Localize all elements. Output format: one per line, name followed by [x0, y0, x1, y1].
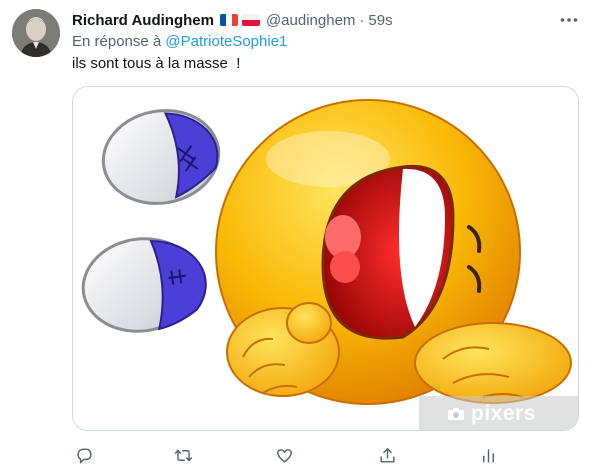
- reply-context: En réponse à @PatrioteSophie1: [72, 33, 287, 50]
- flag-poland-icon: [241, 14, 260, 26]
- timestamp[interactable]: 59s: [368, 12, 392, 29]
- flags: [219, 14, 260, 26]
- avatar[interactable]: [12, 9, 60, 57]
- retweet-icon[interactable]: [171, 443, 195, 467]
- reply-to-link[interactable]: @PatrioteSophie1: [165, 33, 287, 50]
- reply-icon[interactable]: [72, 443, 96, 467]
- share-icon[interactable]: [375, 443, 399, 467]
- camera-icon: [448, 408, 464, 420]
- tweet-card[interactable]: Richard Audinghem @audinghem · 59s En ré…: [0, 0, 611, 475]
- analytics-icon[interactable]: [476, 443, 500, 467]
- flag-france-icon: [219, 14, 238, 26]
- separator-dot: ·: [359, 11, 365, 29]
- reply-prefix: En réponse à: [72, 33, 166, 50]
- more-options-icon[interactable]: [558, 9, 580, 31]
- laughing-emoji-image: [73, 87, 578, 430]
- author-handle[interactable]: @audinghem: [266, 12, 355, 29]
- tweet-text: ils sont tous à la masse !: [72, 55, 241, 72]
- tweet-header: Richard Audinghem @audinghem · 59s: [72, 10, 393, 30]
- watermark-text: pixers: [471, 402, 536, 425]
- tweet-media[interactable]: pixers: [72, 86, 579, 431]
- watermark: pixers: [419, 396, 578, 430]
- tweet-actions: [72, 443, 502, 467]
- like-icon[interactable]: [272, 443, 296, 467]
- author-name[interactable]: Richard Audinghem: [72, 12, 214, 29]
